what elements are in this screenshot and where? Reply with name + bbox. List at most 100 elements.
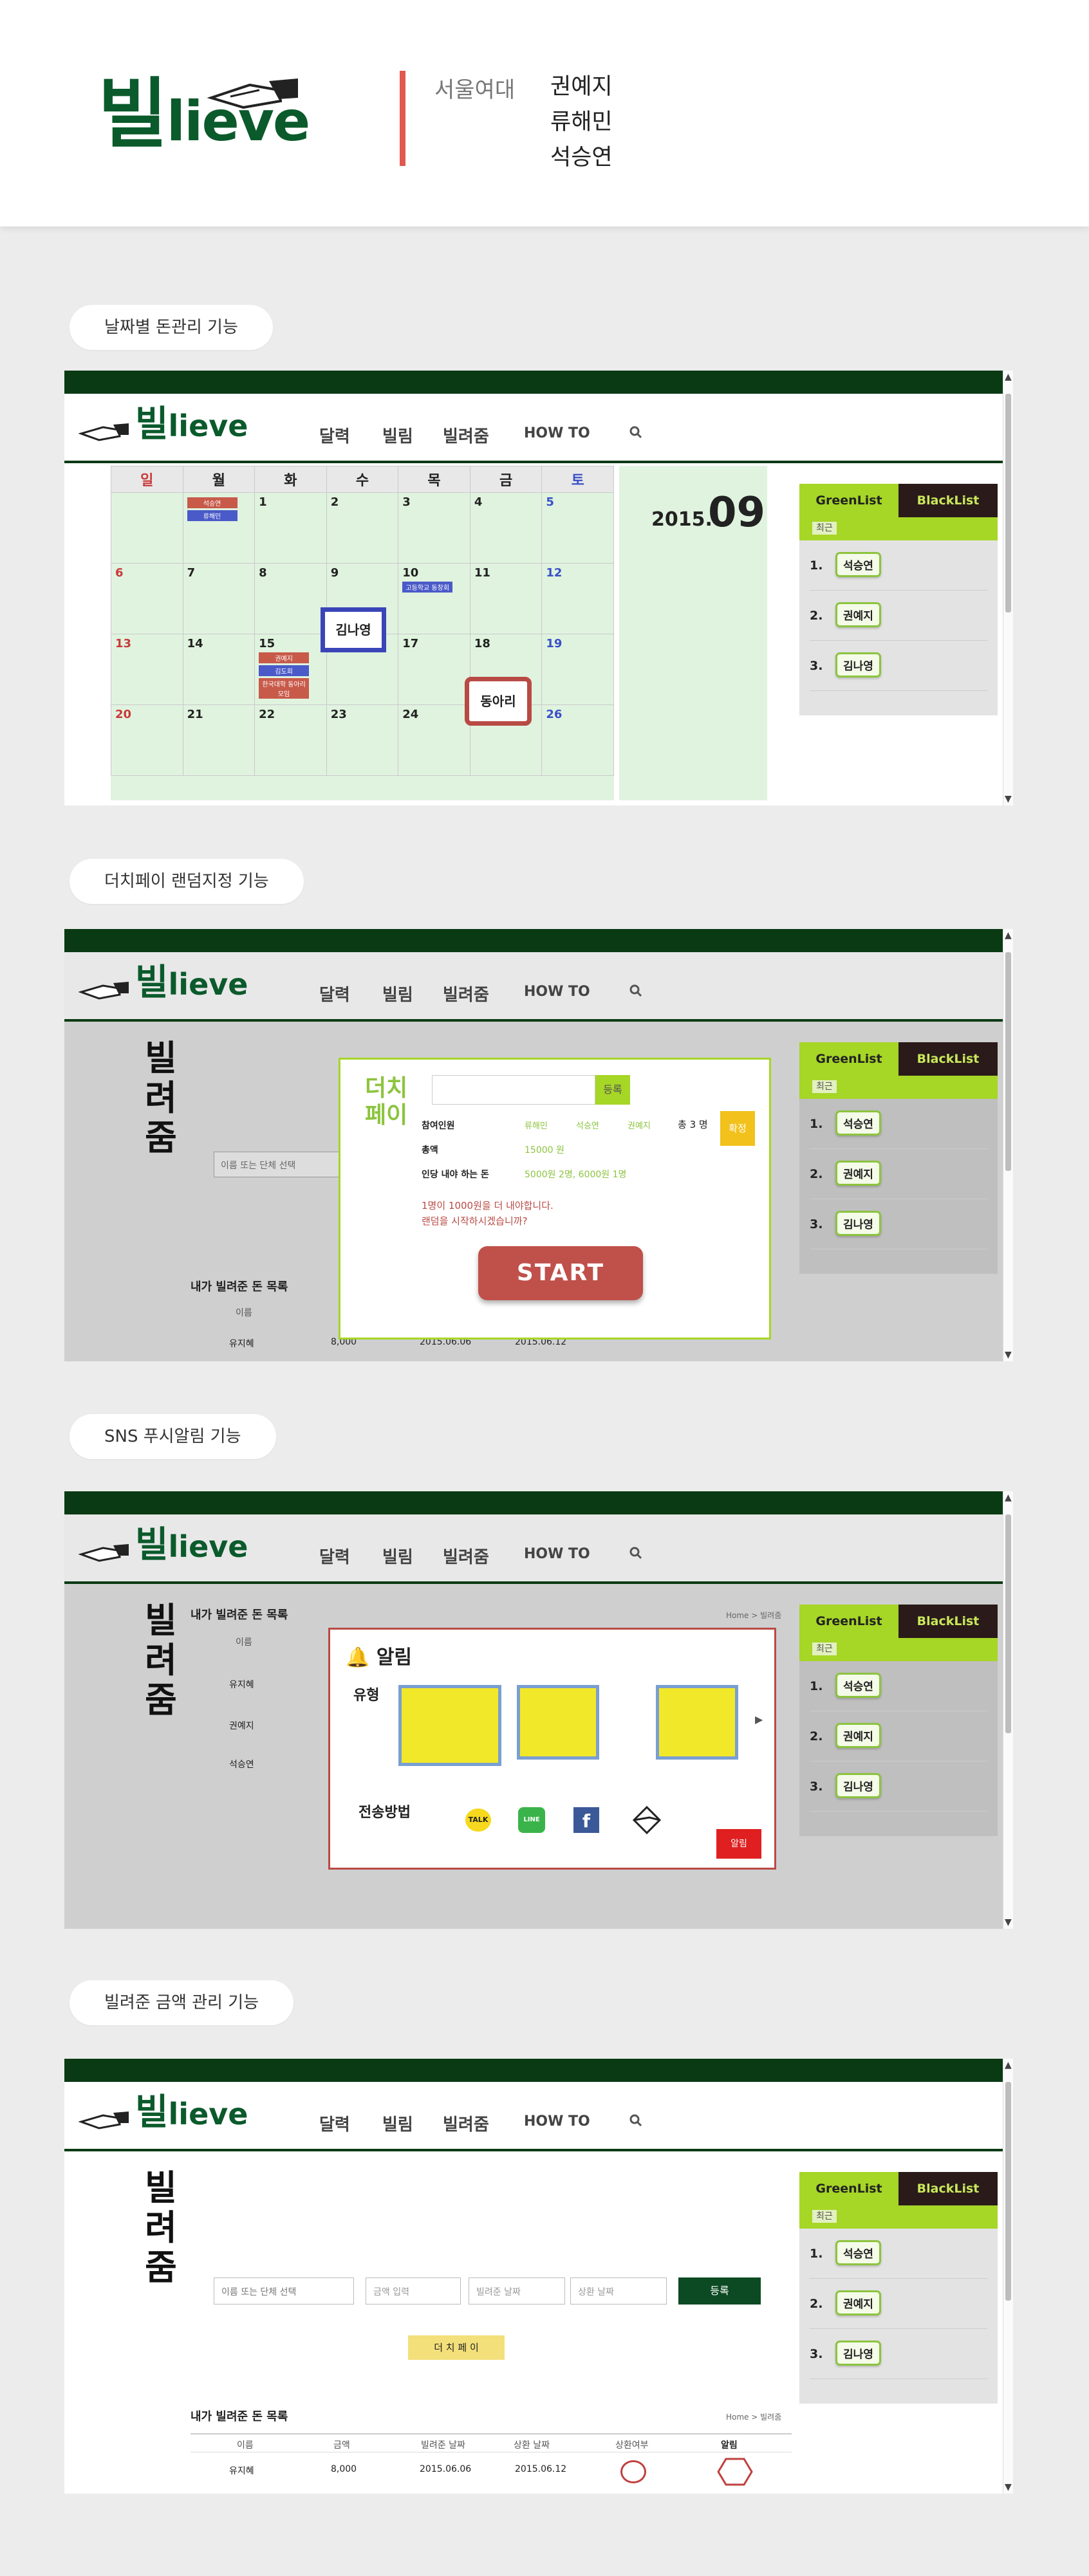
bell-icon: 🔔 xyxy=(346,1646,370,1669)
tab-greenlist[interactable]: GreenList xyxy=(799,1042,898,1076)
event-box[interactable]: 동아리 xyxy=(465,677,532,726)
list-item[interactable]: 석승연 xyxy=(835,2240,881,2265)
type-option[interactable] xyxy=(517,1685,599,1760)
scrollbar[interactable]: ▲ ▼ xyxy=(1003,2059,1013,2494)
list-item[interactable]: 김나영 xyxy=(835,1211,881,1236)
list-item[interactable]: 석승연 xyxy=(835,552,881,577)
repay-date-input[interactable]: 상환 날짜 xyxy=(570,2277,667,2305)
navbar: 빌lieve 달력 빌림 빌려줌 HOW TO xyxy=(64,394,1003,463)
nav-borrow[interactable]: 빌림 xyxy=(382,423,413,447)
notice-modal: 🔔 알림 유형 ▶ 전송방법 TALK LINE f 알림 xyxy=(328,1628,776,1870)
search-icon[interactable] xyxy=(629,2114,642,2127)
list-title: 내가 빌려준 돈 목록 xyxy=(191,2410,288,2424)
hand-money-icon xyxy=(79,423,129,441)
scrollbar[interactable]: ▲ ▼ xyxy=(1003,929,1013,1361)
section-label-calendar: 날짜별 돈관리 기능 xyxy=(70,305,273,350)
type-option[interactable] xyxy=(656,1685,738,1760)
list-panel: GreenList BlackList 최근 1. 석승연 2. 권예지 3. 김나영 xyxy=(799,1042,998,1274)
nav-howto[interactable]: HOW TO xyxy=(524,1546,590,1562)
kakaotalk-icon[interactable]: TALK xyxy=(465,1808,491,1832)
tab-blacklist[interactable]: BlackList xyxy=(898,1605,998,1638)
nav-calendar[interactable]: 달력 xyxy=(319,423,350,447)
nav-howto[interactable]: HOW TO xyxy=(524,984,590,1000)
nav-borrow[interactable]: 빌림 xyxy=(382,1544,413,1568)
modal-title: 🔔 알림 xyxy=(346,1646,413,1669)
accent-bar xyxy=(400,71,405,166)
event-chip[interactable]: 고등학교 동창회 xyxy=(402,582,453,593)
header: 빌lieve 서울여대 권예지 류해민 석승연 xyxy=(0,0,1089,226)
repaid-stamp-icon xyxy=(620,2460,646,2483)
name-input[interactable] xyxy=(432,1075,595,1105)
nav-calendar[interactable]: 달력 xyxy=(319,2111,350,2135)
hand-money-icon xyxy=(79,1544,129,1562)
list-item[interactable]: 김나영 xyxy=(835,1773,881,1798)
register-button[interactable]: 등록 xyxy=(678,2277,761,2305)
month-display: 2015. 09 xyxy=(619,466,767,800)
nav-howto[interactable]: HOW TO xyxy=(524,2113,590,2130)
name-select[interactable]: 이름 또는 단체 선택 xyxy=(214,1152,342,1177)
event-box[interactable]: 김나영 xyxy=(321,607,386,652)
list-item[interactable]: 권예지 xyxy=(835,1723,881,1748)
event-chip[interactable]: 권예지 xyxy=(259,652,310,663)
hand-money-icon xyxy=(79,2111,129,2130)
scrollbar[interactable]: ▲ ▼ xyxy=(1003,1491,1013,1929)
list-item[interactable]: 석승연 xyxy=(835,1673,881,1698)
page-title: 빌려줌 xyxy=(145,1600,177,1720)
nav-calendar[interactable]: 달력 xyxy=(319,1544,350,1568)
search-icon[interactable] xyxy=(629,984,642,997)
line-icon[interactable]: LINE xyxy=(518,1807,545,1833)
screenshot-dutch: 빌lieve 달력 빌림 빌려줌 HOW TO 빌려줌 이름 또는 단체 선택 … xyxy=(64,929,1013,1361)
nav-borrow[interactable]: 빌림 xyxy=(382,982,413,1006)
mail-icon[interactable] xyxy=(630,1803,664,1837)
list-item[interactable]: 권예지 xyxy=(835,2290,881,2315)
name-select[interactable]: 이름 또는 단체 선택 xyxy=(214,2277,354,2305)
nav-lend[interactable]: 빌려줌 xyxy=(443,982,489,1006)
search-icon[interactable] xyxy=(629,1547,642,1559)
send-button[interactable]: 알림 xyxy=(716,1829,761,1859)
list-item[interactable]: 김나영 xyxy=(835,652,881,677)
tab-greenlist[interactable]: GreenList xyxy=(799,484,898,517)
team-names: 권예지 류해민 석승연 xyxy=(550,74,613,170)
register-button[interactable]: 등록 xyxy=(595,1075,630,1105)
section-label-dutch: 더치페이 랜덤지정 기능 xyxy=(70,859,304,904)
list-item[interactable]: 김나영 xyxy=(835,2341,881,2366)
list-item[interactable]: 권예지 xyxy=(835,602,881,627)
amount-input[interactable]: 금액 입력 xyxy=(366,2277,461,2305)
list-item[interactable]: 석승연 xyxy=(835,1110,881,1136)
section-label-sns: SNS 푸시알림 기능 xyxy=(70,1414,276,1459)
tab-blacklist[interactable]: BlackList xyxy=(898,2172,998,2205)
nav-lend[interactable]: 빌려줌 xyxy=(443,2111,489,2135)
event-chip[interactable]: 석승연 xyxy=(187,497,237,508)
nav-lend[interactable]: 빌려줌 xyxy=(443,423,489,447)
search-icon[interactable] xyxy=(629,426,642,439)
nav-howto[interactable]: HOW TO xyxy=(524,425,590,441)
next-arrow-icon[interactable]: ▶ xyxy=(755,1713,763,1725)
lent-date-input[interactable]: 빌려준 날짜 xyxy=(469,2277,565,2305)
screenshot-sns: 빌lieve 달력 빌림 빌려줌 HOW TO 빌려줌 내가 빌려준 돈 목록 … xyxy=(64,1491,1013,1929)
scrollbar[interactable]: ▲ ▼ xyxy=(1003,371,1013,805)
list-title: 내가 빌려준 돈 목록 xyxy=(191,1280,288,1294)
tab-greenlist[interactable]: GreenList xyxy=(799,2172,898,2205)
start-button[interactable]: START xyxy=(478,1246,643,1300)
page-title: 빌려줌 xyxy=(145,2167,177,2288)
hand-money-icon xyxy=(207,78,298,109)
facebook-icon[interactable]: f xyxy=(573,1807,599,1833)
page-title: 빌려줌 xyxy=(145,1038,177,1158)
alert-hexagon-icon[interactable] xyxy=(717,2458,753,2486)
event-chip[interactable]: 한국대학 동아리모임 xyxy=(259,678,310,699)
dutch-pay-button[interactable]: 더 치 페 이 xyxy=(408,2335,505,2360)
event-chip[interactable]: 류해민 xyxy=(187,510,237,521)
tab-blacklist[interactable]: BlackList xyxy=(898,1042,998,1076)
nav-calendar[interactable]: 달력 xyxy=(319,982,350,1006)
event-chip[interactable]: 김도희 xyxy=(259,665,310,676)
nav-borrow[interactable]: 빌림 xyxy=(382,2111,413,2135)
type-option[interactable] xyxy=(398,1685,501,1766)
confirm-button[interactable]: 확정 xyxy=(720,1111,755,1146)
list-item[interactable]: 권예지 xyxy=(835,1161,881,1186)
table-row[interactable]: 유지혜 8,000 2015.06.06 2015.06.12 xyxy=(191,2458,792,2486)
list-panel: GreenList BlackList 최근 1. 석승연 2. 권예지 3. 김나영 xyxy=(799,2172,998,2404)
tab-greenlist[interactable]: GreenList xyxy=(799,1605,898,1638)
tab-blacklist[interactable]: BlackList xyxy=(898,484,998,517)
nav-lend[interactable]: 빌려줌 xyxy=(443,1544,489,1568)
section-label-amount: 빌려준 금액 관리 기능 xyxy=(70,1980,294,2025)
